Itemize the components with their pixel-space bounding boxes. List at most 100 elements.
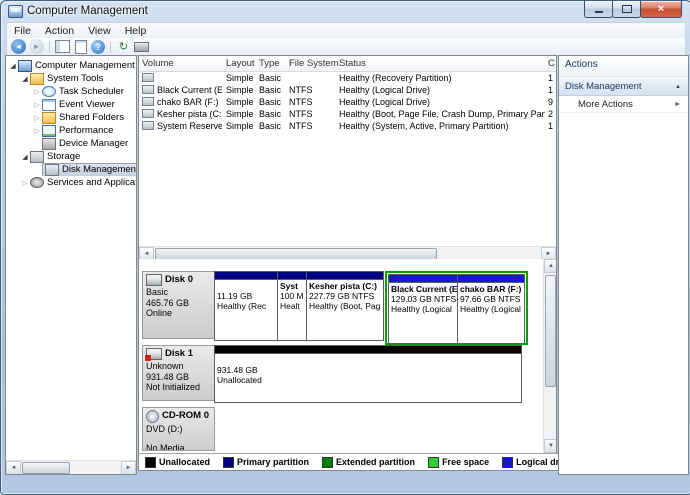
system-tools-icon: [30, 72, 44, 85]
scroll-down-icon[interactable]: ▼: [544, 439, 556, 453]
cdrom-row: CD-ROM 0 DVD (D:) No Media: [142, 407, 215, 451]
tree-item-shared-folders[interactable]: ▷ Shared Folders: [6, 111, 136, 124]
tree-item-storage[interactable]: ◢ Storage: [6, 150, 136, 163]
scroll-right-icon[interactable]: ►: [121, 460, 136, 474]
extended-partition-container: Black Current (E 129.03 GB NTFS Healthy …: [385, 271, 528, 345]
storage-icon: [30, 150, 44, 163]
column-capacity[interactable]: C: [545, 56, 556, 71]
volume-list-header: Volume Layout Type File System Status C: [139, 56, 556, 72]
refresh-icon[interactable]: ↻: [116, 39, 131, 54]
task-scheduler-icon: [42, 86, 56, 97]
disk-row-1: Disk 1 Unknown 931.48 GB Not Initialized…: [142, 345, 522, 403]
column-type[interactable]: Type: [256, 56, 290, 71]
titlebar[interactable]: Computer Management ×: [1, 1, 690, 22]
logical-drive-bar: [458, 275, 524, 283]
scroll-left-icon[interactable]: ◄: [6, 460, 21, 474]
tree-item-event-viewer[interactable]: ▷ Event Viewer: [6, 98, 136, 111]
collapse-chevron-icon[interactable]: ▲: [675, 84, 681, 90]
legend-item: Logical drive: [502, 456, 562, 468]
cdrom-label[interactable]: CD-ROM 0 DVD (D:) No Media: [142, 407, 215, 451]
tree-item-computer-management[interactable]: ◢ Computer Management (Local: [6, 59, 136, 72]
tree-item-disk-management[interactable]: Disk Management: [6, 163, 136, 176]
event-viewer-icon: [42, 98, 56, 111]
partition-recovery[interactable]: 11.19 GB Healthy (Rec: [214, 271, 278, 341]
partition-black-current[interactable]: Black Current (E 129.03 GB NTFS Healthy …: [388, 274, 458, 344]
volume-row[interactable]: Black Current (E:) Simple Basic NTFS Hea…: [139, 85, 554, 97]
app-icon: [8, 5, 23, 18]
close-button[interactable]: ×: [640, 1, 682, 18]
volume-list-horizontal-scrollbar[interactable]: ◄ ►: [139, 246, 556, 260]
primary-partition-bar: [215, 272, 277, 280]
submenu-arrow-icon: ►: [674, 100, 681, 108]
column-file-system[interactable]: File System: [286, 56, 340, 71]
scrollbar-thumb[interactable]: [155, 247, 437, 260]
collapsed-arrow-icon[interactable]: ▷: [20, 179, 30, 187]
disk-properties-icon[interactable]: [134, 41, 149, 52]
partition-chako-bar[interactable]: chako BAR (F:) 97.66 GB NTFS Healthy (Lo…: [457, 274, 525, 344]
volume-row[interactable]: System Reserved Simple Basic NTFS Health…: [139, 121, 554, 133]
unallocated-region[interactable]: 931.48 GB Unallocated: [214, 345, 522, 403]
collapsed-arrow-icon[interactable]: ▷: [32, 127, 42, 135]
volume-list: Volume Layout Type File System Status C …: [138, 55, 557, 261]
disk-view-vertical-scrollbar[interactable]: ▲ ▼: [543, 259, 556, 453]
volume-row[interactable]: Simple Basic Healthy (Recovery Partition…: [139, 73, 554, 85]
partition-kesher-pista[interactable]: Kesher pista (C:) 227.79 GB NTFS Healthy…: [306, 271, 384, 341]
disk1-partition-strip: 931.48 GB Unallocated: [214, 345, 522, 403]
partition-system-reserved[interactable]: Syst 100 M Healt: [277, 271, 307, 341]
volume-row[interactable]: chako BAR (F:) Simple Basic NTFS Healthy…: [139, 97, 554, 109]
scrollbar-thumb[interactable]: [544, 275, 556, 387]
actions-section-disk-management[interactable]: Disk Management ▲: [559, 77, 688, 96]
disk1-label[interactable]: Disk 1 Unknown 931.48 GB Not Initialized: [142, 345, 215, 401]
volume-icon: [142, 109, 154, 118]
menu-help[interactable]: Help: [118, 24, 154, 38]
expanded-arrow-icon[interactable]: ◢: [8, 62, 18, 70]
tree-item-device-manager[interactable]: Device Manager: [6, 137, 136, 150]
tree-item-task-scheduler[interactable]: ▷ Task Scheduler: [6, 85, 136, 98]
help-icon[interactable]: ?: [91, 39, 105, 54]
primary-partition-bar: [307, 272, 383, 280]
menu-file[interactable]: File: [7, 24, 38, 38]
close-icon: ×: [657, 3, 665, 15]
disk0-label[interactable]: Disk 0 Basic 465.76 GB Online: [142, 271, 215, 339]
forward-icon[interactable]: ►: [29, 39, 44, 54]
volume-icon: [142, 85, 154, 94]
collapsed-arrow-icon[interactable]: ▷: [32, 101, 42, 109]
export-list-icon[interactable]: [74, 39, 87, 54]
toolbar-separator: [49, 40, 50, 53]
scroll-up-icon[interactable]: ▲: [544, 259, 556, 273]
scrollbar-thumb[interactable]: [22, 461, 70, 474]
toolbar-separator: [110, 40, 111, 53]
tree-horizontal-scrollbar[interactable]: ◄ ►: [6, 460, 136, 474]
back-icon[interactable]: ◄: [11, 39, 26, 54]
actions-pane: Actions Disk Management ▲ More Actions ►: [558, 55, 689, 475]
column-layout[interactable]: Layout: [223, 56, 260, 71]
column-status[interactable]: Status: [336, 56, 549, 71]
tree-item-system-tools[interactable]: ◢ System Tools: [6, 72, 136, 85]
legend-item: Extended partition: [322, 456, 415, 468]
hard-disk-icon: [146, 274, 162, 286]
volume-icon: [142, 73, 154, 82]
maximize-icon: [621, 5, 632, 13]
menu-view[interactable]: View: [81, 24, 118, 38]
collapsed-arrow-icon[interactable]: ▷: [32, 114, 42, 122]
tree-item-performance[interactable]: ▷ Performance: [6, 124, 136, 137]
partition-legend: Unallocated Primary partition Extended p…: [138, 453, 563, 471]
menu-action[interactable]: Action: [38, 24, 81, 38]
expanded-arrow-icon[interactable]: ◢: [20, 75, 30, 83]
more-actions-item[interactable]: More Actions ►: [559, 96, 688, 113]
primary-partition-color-swatch: [223, 456, 235, 468]
selected-tree-item[interactable]: Disk Management: [42, 163, 136, 176]
logical-drive-bar: [389, 275, 457, 283]
hard-disk-icon: [145, 348, 162, 361]
tree-item-services-and-applications[interactable]: ▷ Services and Applications: [6, 176, 136, 189]
collapsed-arrow-icon[interactable]: ▷: [32, 88, 42, 96]
legend-item: Primary partition: [223, 456, 309, 468]
maximize-button[interactable]: [612, 1, 641, 18]
free-space-color-swatch: [428, 456, 440, 468]
volume-icon: [142, 121, 154, 130]
show-hide-console-tree-icon[interactable]: [55, 40, 70, 53]
expanded-arrow-icon[interactable]: ◢: [20, 153, 30, 161]
volume-row[interactable]: Kesher pista (C:) Simple Basic NTFS Heal…: [139, 109, 554, 121]
column-volume[interactable]: Volume: [139, 56, 227, 71]
minimize-button[interactable]: [584, 1, 613, 18]
